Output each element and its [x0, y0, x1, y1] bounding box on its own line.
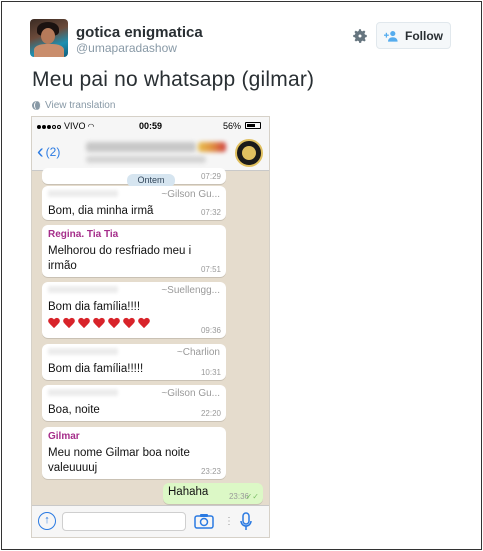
globe-icon — [32, 101, 41, 110]
sender-alias: ~Charlion — [176, 347, 220, 358]
message-bubble: ~Charlion Bom dia família!!!!! 10:31 — [42, 344, 226, 380]
add-user-icon — [384, 30, 398, 42]
message-time: 09:36 — [200, 326, 221, 335]
message-time: 07:32 — [200, 208, 221, 217]
message-time: 22:20 — [200, 409, 221, 418]
follow-button[interactable]: Follow — [376, 22, 451, 49]
display-name[interactable]: gotica enigmatica — [76, 24, 203, 41]
back-count: (2) — [45, 145, 61, 159]
message-bubble: ~Gilson Gu... Boa, noite 22:20 — [42, 385, 226, 421]
sender-blurred — [48, 286, 118, 293]
message-input[interactable] — [62, 512, 186, 531]
group-emoji-blurred — [198, 142, 226, 152]
sender-blurred — [48, 389, 118, 396]
message-text: Bom dia família!!!! — [48, 301, 141, 313]
battery-icon — [245, 122, 261, 129]
message-bubble: ~Gilson Gu... Bom, dia minha irmã 07:32 — [42, 186, 226, 220]
user-avatar[interactable] — [30, 19, 68, 57]
message-text: Bom dia família!!!!! — [48, 363, 144, 375]
phone-status-bar: VIVO ◠ 00:59 56% — [32, 117, 269, 135]
share-icon[interactable]: ↑ — [38, 512, 56, 530]
chat-area: 07:29 Ontem ~Gilson Gu... Bom, dia minha… — [32, 168, 269, 507]
message-time: 10:31 — [200, 368, 221, 377]
sender-alias: ~Gilson Gu... — [161, 388, 220, 399]
microphone-icon[interactable] — [240, 512, 252, 532]
sender-alias: ~Gilson Gu... — [161, 189, 220, 200]
message-text-line1: Meu nome Gilmar boa noite — [48, 447, 190, 459]
message-input-bar: ↑ ⋮ — [32, 505, 269, 537]
sender-name: Regina. Tia Tia — [48, 229, 119, 240]
message-bubble: ~Suellengg... Bom dia família!!!! 09:36 — [42, 282, 226, 338]
user-handle[interactable]: @umaparadashow — [76, 41, 177, 55]
group-name-blurred — [86, 142, 196, 152]
view-translation-link[interactable]: View translation — [32, 100, 115, 111]
outgoing-message-bubble: Hahaha 23:36 ✓✓ — [163, 483, 263, 504]
message-text-line2: irmão — [48, 260, 77, 272]
heart-icon — [48, 318, 60, 329]
message-text: Bom, dia minha irmã — [48, 205, 154, 217]
message-text-line1: Melhorou do resfriado meu i — [48, 245, 192, 257]
message-time: 07:51 — [200, 265, 221, 274]
sender-alias: ~Suellengg... — [161, 285, 220, 296]
double-check-icon: ✓✓ — [245, 492, 259, 501]
view-translation-label: View translation — [45, 100, 116, 111]
message-text: Boa, noite — [48, 404, 100, 416]
heart-icon — [63, 318, 75, 329]
sender-name: Gilmar — [48, 431, 80, 442]
sender-blurred — [48, 190, 118, 197]
heart-icon — [78, 318, 90, 329]
divider-dots: ⋮ — [224, 516, 234, 527]
heart-icon — [123, 318, 135, 329]
message-bubble: Regina. Tia Tia Melhorou do resfriado me… — [42, 225, 226, 277]
message-text: Hahaha — [168, 486, 209, 498]
chat-header: ‹ (2) — [32, 135, 269, 171]
message-bubble: Gilmar Meu nome Gilmar boa noite valeuuu… — [42, 427, 226, 479]
camera-icon[interactable] — [194, 513, 214, 529]
heart-icon — [138, 318, 150, 329]
hearts-emoji-row — [48, 318, 150, 329]
message-text-line2: valeuuuuj — [48, 462, 98, 474]
follow-label: Follow — [405, 28, 443, 43]
sender-blurred — [48, 348, 118, 355]
heart-icon — [108, 318, 120, 329]
tweet-text: Meu pai no whatsapp (gilmar) — [32, 68, 315, 91]
battery-percent: 56% — [222, 121, 241, 131]
heart-icon — [93, 318, 105, 329]
gear-icon[interactable] — [351, 27, 369, 45]
group-avatar[interactable] — [235, 139, 263, 167]
message-time: 23:23 — [200, 467, 221, 476]
message-time: 07:29 — [200, 172, 221, 181]
chevron-left-icon: ‹ — [37, 141, 44, 163]
back-button[interactable]: ‹ (2) — [37, 141, 61, 163]
tweet-media-image[interactable]: VIVO ◠ 00:59 56% ‹ (2) 07:29 Ontem ~Gils… — [31, 116, 270, 538]
group-members-blurred — [86, 156, 206, 163]
